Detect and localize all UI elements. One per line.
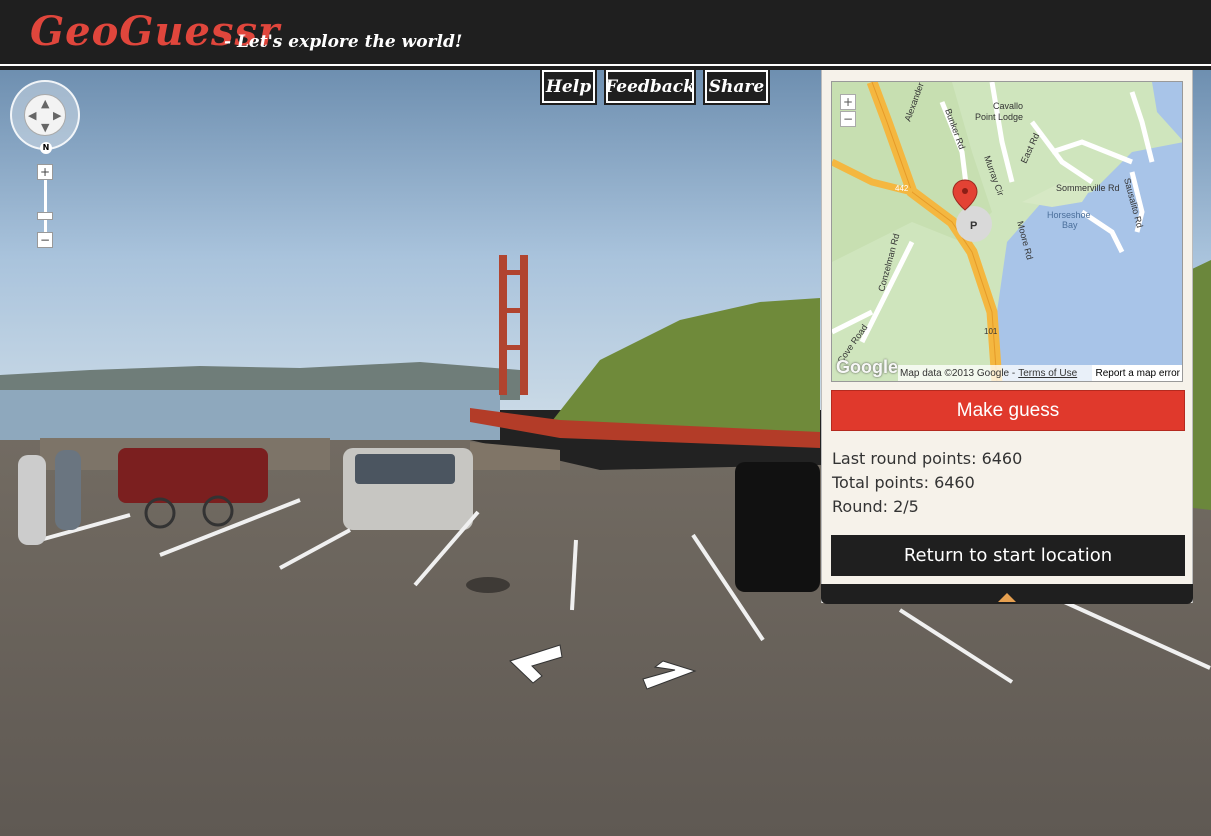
report-map-error-link[interactable]: Report a map error xyxy=(1091,365,1182,381)
pan-right-icon[interactable]: ▶ xyxy=(53,109,61,122)
bridge-tower xyxy=(499,255,507,395)
map-label: Sommerville Rd xyxy=(1056,183,1120,193)
black-suv xyxy=(735,462,820,592)
map-label: Cavallo xyxy=(993,101,1023,111)
panel-toggle-icon[interactable] xyxy=(998,593,1016,602)
return-to-start-button[interactable]: Return to start location xyxy=(831,535,1185,576)
map-label: Horseshoe xyxy=(1047,210,1091,220)
map-zoom-out-button[interactable]: − xyxy=(840,111,856,127)
parking-icon: P xyxy=(970,220,977,232)
nav-arrows[interactable] xyxy=(505,643,705,713)
google-logo: Google xyxy=(836,357,898,377)
left-nav-arrow[interactable] xyxy=(509,644,563,684)
map-label: East Rd xyxy=(1019,132,1042,165)
tagline: - Let's explore the world! xyxy=(224,32,463,52)
last-round-points: Last round points: 6460 xyxy=(832,449,1023,468)
zoom-slider-handle[interactable] xyxy=(37,212,53,220)
pan-control[interactable]: ▲ ▼ ◀ ▶ xyxy=(10,80,80,150)
zoom-in-button[interactable]: + xyxy=(37,164,53,180)
red-suv xyxy=(118,448,268,503)
feedback-button[interactable]: Feedback xyxy=(604,68,696,105)
terms-of-use-link[interactable]: Terms of Use xyxy=(1018,368,1077,379)
site-header: GeoGuessr - Let's explore the world! xyxy=(0,0,1211,64)
round-counter: Round: 2/5 xyxy=(832,497,919,516)
person xyxy=(18,455,46,545)
pan-up-icon[interactable]: ▲ xyxy=(41,97,49,110)
right-nav-arrow[interactable] xyxy=(642,660,697,690)
map-data-text: Map data ©2013 Google - xyxy=(900,368,1016,379)
pan-left-icon[interactable]: ◀ xyxy=(28,109,36,122)
pan-control-icon[interactable]: ▲ ▼ ◀ ▶ xyxy=(24,94,66,136)
guess-map[interactable]: Cavallo Point Lodge Alexander Bunker Rd … xyxy=(831,81,1183,382)
map-label: Murray Cir xyxy=(982,154,1006,197)
share-button[interactable]: Share xyxy=(703,68,770,105)
pan-down-icon[interactable]: ▼ xyxy=(41,121,49,134)
zoom-track[interactable] xyxy=(44,178,47,234)
map-tiles[interactable]: Cavallo Point Lodge Alexander Bunker Rd … xyxy=(832,82,1183,382)
map-label: Point Lodge xyxy=(975,112,1023,122)
make-guess-button[interactable]: Make guess xyxy=(831,390,1185,431)
route-shield: 101 xyxy=(984,327,998,336)
zoom-out-button[interactable]: − xyxy=(37,232,53,248)
route-shield: 442 xyxy=(895,184,909,193)
map-attribution: Map data ©2013 Google - Terms of Use Rep… xyxy=(898,365,1182,381)
map-zoom-in-button[interactable]: + xyxy=(840,94,856,110)
map-label: Bay xyxy=(1062,220,1078,230)
compass-north-icon[interactable]: N xyxy=(40,142,52,154)
help-button[interactable]: Help xyxy=(540,68,597,105)
total-points: Total points: 6460 xyxy=(832,473,975,492)
